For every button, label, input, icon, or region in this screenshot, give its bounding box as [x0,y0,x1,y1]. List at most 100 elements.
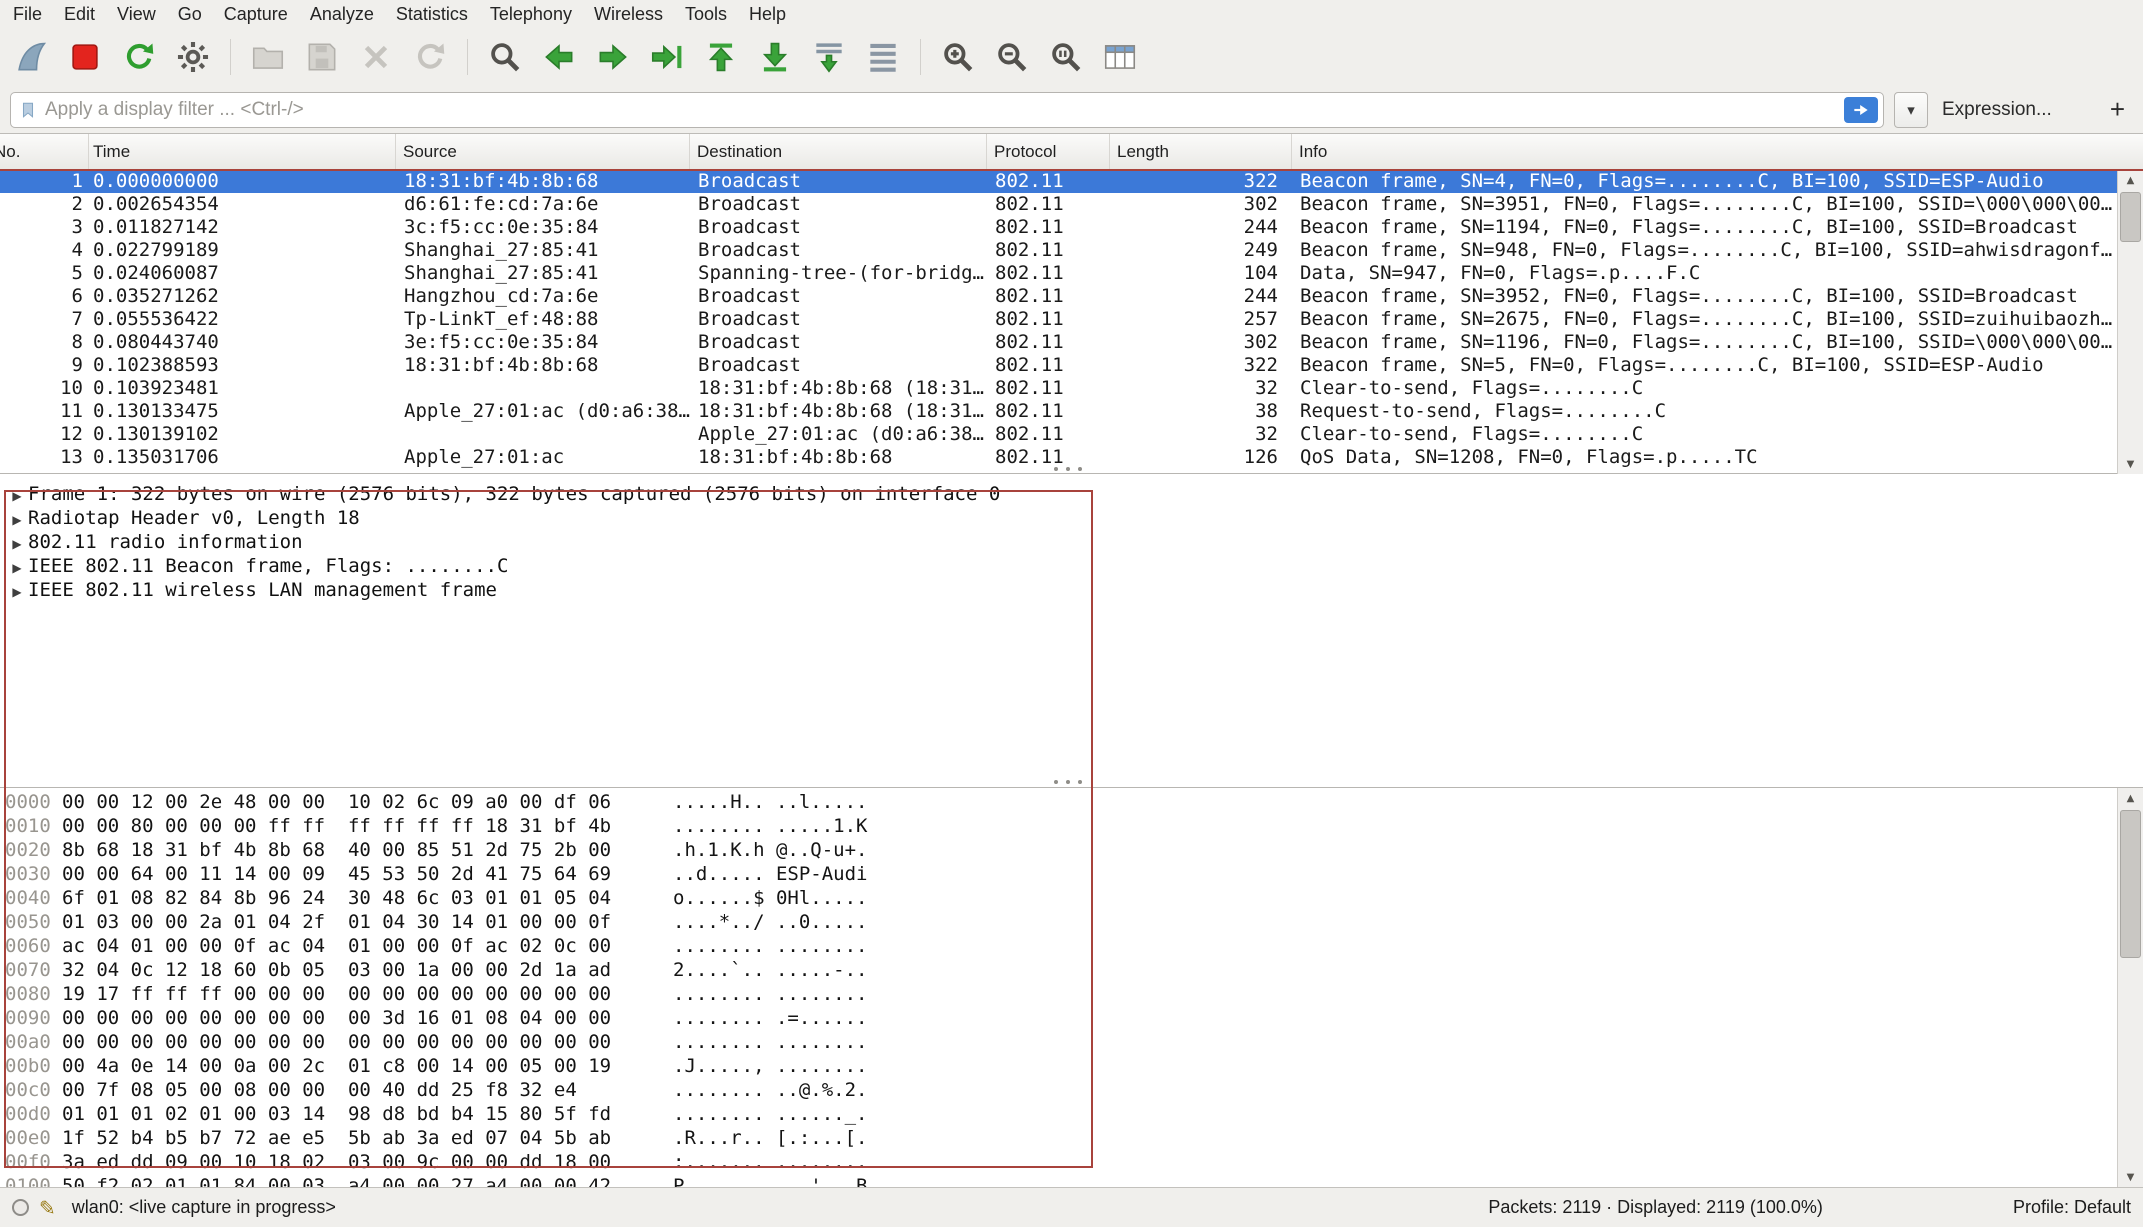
expand-arrow-icon[interactable]: ▶ [6,508,28,532]
menu-item[interactable]: Wireless [583,0,674,28]
pane-splitter-handle[interactable] [1044,467,1092,471]
packet-source: 3c:f5:cc:0e:35:84 [396,216,690,239]
packet-row[interactable]: 11 0.130133475 Apple_27:01:ac (d0:a6:38:… [0,400,2117,423]
expression-button[interactable]: Expression... [1938,99,2056,121]
resize-columns-button[interactable] [1095,32,1145,82]
packet-row[interactable]: 10 0.103923481 18:31:bf:4b:8b:68 (18:31:… [0,377,2117,400]
go-back-button[interactable] [534,32,584,82]
packet-row[interactable]: 2 0.002654354 d6:61:fe:cd:7a:6e Broadcas… [0,193,2117,216]
scrollbar-thumb[interactable] [2120,810,2141,958]
save-file-button[interactable] [297,32,347,82]
packet-list-scrollbar[interactable]: ▲ ▼ [2117,170,2143,474]
menu-item[interactable]: Telephony [479,0,583,28]
packet-row[interactable]: 7 0.055536422 Tp-LinkT_ef:48:88 Broadcas… [0,308,2117,331]
detail-row[interactable]: ▶Frame 1: 322 bytes on wire (2576 bits),… [6,482,2143,506]
hex-line[interactable]: 0070 32 04 0c 12 18 60 0b 05 03 00 1a 00… [0,958,2143,982]
menu-item[interactable]: Tools [674,0,738,28]
open-file-button[interactable] [243,32,293,82]
packet-row[interactable]: 8 0.080443740 3e:f5:cc:0e:35:84 Broadcas… [0,331,2117,354]
hex-line[interactable]: 00b0 00 4a 0e 14 00 0a 00 2c 01 c8 00 14… [0,1054,2143,1078]
hex-line[interactable]: 00c0 00 7f 08 05 00 08 00 00 00 40 dd 25… [0,1078,2143,1102]
go-to-packet-button[interactable] [642,32,692,82]
column-header-length[interactable]: Length [1110,134,1292,169]
apply-filter-button[interactable] [1844,97,1878,123]
menu-item[interactable]: Analyze [299,0,385,28]
hex-line[interactable]: 0090 00 00 00 00 00 00 00 00 00 3d 16 01… [0,1006,2143,1030]
hex-line[interactable]: 0050 01 03 00 00 2a 01 04 2f 01 04 30 14… [0,910,2143,934]
hex-line[interactable]: 0000 00 00 12 00 2e 48 00 00 10 02 6c 09… [0,790,2143,814]
display-filter-field[interactable] [10,92,1884,128]
go-to-last-packet-button[interactable] [750,32,800,82]
stop-capture-button[interactable] [60,32,110,82]
hex-line[interactable]: 0010 00 00 80 00 00 00 ff ff ff ff ff ff… [0,814,2143,838]
hex-line[interactable]: 0020 8b 68 18 31 bf 4b 8b 68 40 00 85 51… [0,838,2143,862]
hex-dump-scrollbar[interactable]: ▲ ▼ [2117,788,2143,1187]
menu-item[interactable]: File [2,0,53,28]
expert-info-icon[interactable] [12,1199,29,1216]
capture-options-button[interactable] [168,32,218,82]
scroll-up-icon[interactable]: ▲ [2118,170,2143,190]
hex-line[interactable]: 0100 50 f2 02 01 01 84 00 03 a4 00 00 27… [0,1174,2143,1187]
menu-item[interactable]: Edit [53,0,106,28]
scroll-down-icon[interactable]: ▼ [2118,1167,2143,1187]
hex-line[interactable]: 0040 6f 01 08 82 84 8b 96 24 30 48 6c 03… [0,886,2143,910]
zoom-in-button[interactable] [933,32,983,82]
scroll-down-icon[interactable]: ▼ [2118,454,2143,474]
column-header-source[interactable]: Source [396,134,690,169]
scroll-up-icon[interactable]: ▲ [2118,788,2143,808]
column-header-protocol[interactable]: Protocol [987,134,1110,169]
close-file-button[interactable] [351,32,401,82]
zoom-original-button[interactable] [1041,32,1091,82]
packet-time: 0.103923481 [89,377,396,400]
expand-arrow-icon[interactable]: ▶ [6,532,28,556]
go-forward-button[interactable] [588,32,638,82]
expand-arrow-icon[interactable]: ▶ [6,580,28,604]
pane-splitter-handle[interactable] [1044,780,1092,784]
zoom-out-button[interactable] [987,32,1037,82]
packet-row[interactable]: 9 0.102388593 18:31:bf:4b:8b:68 Broadcas… [0,354,2117,377]
detail-row[interactable]: ▶IEEE 802.11 wireless LAN management fra… [6,578,2143,602]
go-to-first-packet-button[interactable] [696,32,746,82]
detail-row[interactable]: ▶Radiotap Header v0, Length 18 [6,506,2143,530]
reload-file-button[interactable] [405,32,455,82]
start-capture-button[interactable] [6,32,56,82]
auto-scroll-button[interactable] [804,32,854,82]
packet-row[interactable]: 4 0.022799189 Shanghai_27:85:41 Broadcas… [0,239,2117,262]
hex-line[interactable]: 00e0 1f 52 b4 b5 b7 72 ae e5 5b ab 3a ed… [0,1126,2143,1150]
filter-bookmark-icon[interactable] [19,99,37,121]
find-packet-button[interactable] [480,32,530,82]
filter-history-dropdown[interactable]: ▾ [1894,92,1928,128]
hex-line[interactable]: 00d0 01 01 01 02 01 00 03 14 98 d8 bd b4… [0,1102,2143,1126]
packet-row[interactable]: 3 0.011827142 3c:f5:cc:0e:35:84 Broadcas… [0,216,2117,239]
hex-line[interactable]: 0030 00 00 64 00 11 14 00 09 45 53 50 2d… [0,862,2143,886]
hex-line[interactable]: 00f0 3a ed dd 09 00 10 18 02 03 00 9c 00… [0,1150,2143,1174]
hex-line[interactable]: 0080 19 17 ff ff ff 00 00 00 00 00 00 00… [0,982,2143,1006]
detail-row[interactable]: ▶IEEE 802.11 Beacon frame, Flags: ......… [6,554,2143,578]
packet-row[interactable]: 6 0.035271262 Hangzhou_cd:7a:6e Broadcas… [0,285,2117,308]
profile-text[interactable]: Profile: Default [2013,1197,2131,1218]
hex-line[interactable]: 00a0 00 00 00 00 00 00 00 00 00 00 00 00… [0,1030,2143,1054]
packet-row[interactable]: 1 0.000000000 18:31:bf:4b:8b:68 Broadcas… [0,170,2117,193]
menu-item[interactable]: View [106,0,167,28]
expand-arrow-icon[interactable]: ▶ [6,484,28,508]
packet-row[interactable]: 13 0.135031706 Apple_27:01:ac 18:31:bf:4… [0,446,2117,469]
menu-item[interactable]: Go [167,0,213,28]
scrollbar-thumb[interactable] [2120,192,2141,242]
menu-item[interactable]: Capture [213,0,299,28]
column-header-time[interactable]: Time [89,134,396,169]
column-header-info[interactable]: Info [1292,134,2143,169]
menu-item[interactable]: Help [738,0,797,28]
display-filter-input[interactable] [45,99,1836,121]
packet-row[interactable]: 5 0.024060087 Shanghai_27:85:41 Spanning… [0,262,2117,285]
capture-comment-pencil-icon[interactable]: ✎ [39,1196,56,1220]
restart-capture-button[interactable] [114,32,164,82]
menu-item[interactable]: Statistics [385,0,479,28]
expand-arrow-icon[interactable]: ▶ [6,556,28,580]
colorize-packets-button[interactable] [858,32,908,82]
column-header-no[interactable]: No. [0,134,89,169]
detail-row[interactable]: ▶802.11 radio information [6,530,2143,554]
packet-row[interactable]: 12 0.130139102 Apple_27:01:ac (d0:a6:38:… [0,423,2117,446]
column-header-destination[interactable]: Destination [690,134,987,169]
add-filter-button[interactable]: + [2110,94,2125,125]
hex-line[interactable]: 0060 ac 04 01 00 00 0f ac 04 01 00 00 0f… [0,934,2143,958]
